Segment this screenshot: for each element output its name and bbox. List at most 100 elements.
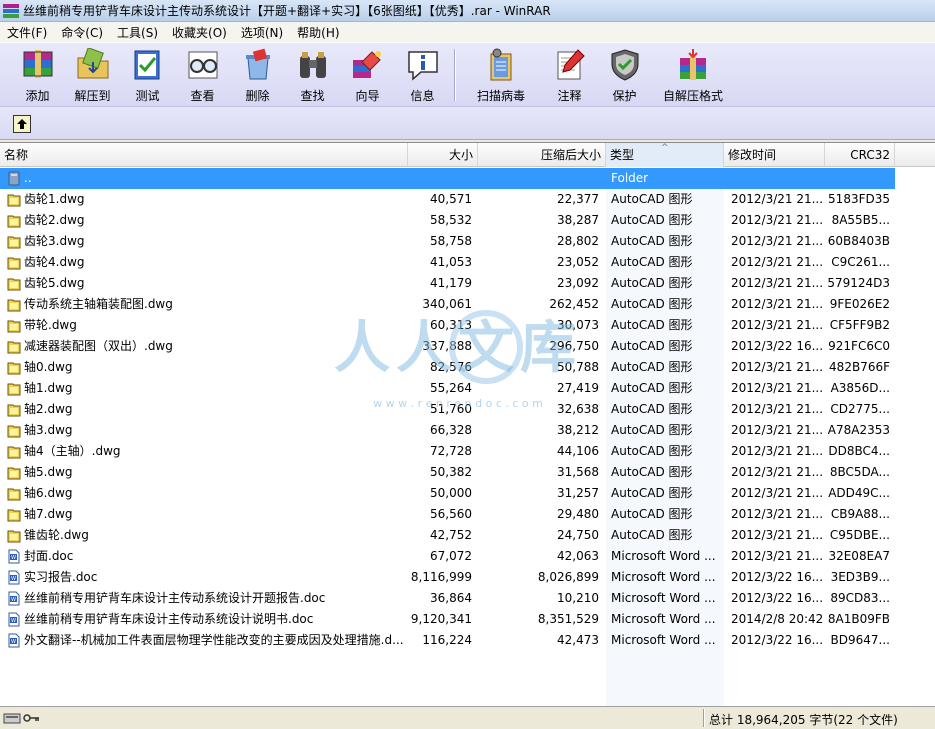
sfx-label: 自解压格式 [662,89,723,103]
sfx-button[interactable]: 自解压格式 [652,43,734,105]
file-type: Microsoft Word ... [611,633,716,647]
menu-options[interactable]: 选项(N) [234,24,290,41]
column-size-label: 大小 [448,148,473,162]
file-size [408,168,472,189]
file-row[interactable]: W 丝维前稍专用铲背车床设计主传动系统设计说明书.doc 9,120,341 8,35… [0,609,895,630]
file-row[interactable]: 齿轮3.dwg 58,758 28,802 AutoCAD 图形 2012/3/21 2… [0,231,895,252]
file-row[interactable]: 带轮.dwg 60,313 30,073 AutoCAD 图形 2012/3/21 21… [0,315,895,336]
autocad-file-icon [7,318,21,333]
file-modified: 2012/3/21 21... [731,549,824,563]
file-row[interactable]: 轴4（主轴）.dwg 72,728 44,106 AutoCAD 图形 2012/3/2… [0,441,895,462]
file-packed-size: 32,638 [557,402,599,416]
file-modified: 2012/3/21 21... [731,423,824,437]
column-packed-label: 压缩后大小 [540,148,601,162]
file-row[interactable]: 轴6.dwg 50,000 31,257 AutoCAD 图形 2012/3/21 21… [0,483,895,504]
up-folder-button[interactable] [13,115,31,133]
file-row[interactable]: W 实习报告.doc 8,116,999 8,026,899 Microsoft Wor… [0,567,895,588]
delete-button[interactable]: 删除 [230,43,285,105]
file-size: 58,532 [430,213,472,227]
menu-file[interactable]: 文件(F) [0,24,54,41]
protect-button[interactable]: 保护 [597,43,652,105]
file-type: Microsoft Word ... [611,591,716,605]
file-row[interactable]: 轴3.dwg 66,328 38,212 AutoCAD 图形 2012/3/21 21… [0,420,895,441]
file-type: AutoCAD 图形 [611,213,693,227]
file-packed-size: 31,568 [557,465,599,479]
file-type: Microsoft Word ... [611,570,716,584]
file-packed-size: 42,063 [557,549,599,563]
file-row[interactable]: 减速器装配图（双出）.dwg 337,888 296,750 AutoCAD 图形 20… [0,336,895,357]
file-crc: 5183FD35 [828,192,890,206]
protect-label: 保护 [612,89,637,103]
file-row[interactable]: 传动系统主轴箱装配图.dwg 340,061 262,452 AutoCAD 图形 20… [0,294,895,315]
file-row[interactable]: 轴2.dwg 51,760 32,638 AutoCAD 图形 2012/3/21 21… [0,399,895,420]
file-packed-size: 10,210 [557,591,599,605]
menu-bar: 文件(F) 命令(C) 工具(S) 收藏夹(O) 选项(N) 帮助(H) [0,22,935,42]
test-button[interactable]: 测试 [120,43,175,105]
column-modified[interactable]: 修改时间 [724,143,825,167]
title-bar[interactable]: 丝维前稍专用铲背车床设计主传动系统设计【开题+翻译+实习】【6张图纸】【优秀】.… [0,0,935,22]
file-row[interactable]: W 丝维前稍专用铲背车床设计主传动系统设计开题报告.doc 36,864 10,210… [0,588,895,609]
file-modified: 2012/3/21 21... [731,255,824,269]
file-row[interactable]: 轴0.dwg 82,576 50,788 AutoCAD 图形 2012/3/21 21… [0,357,895,378]
file-name: 实习报告.doc [24,570,98,584]
menu-tools[interactable]: 工具(S) [110,24,165,41]
file-name: 丝维前稍专用铲背车床设计主传动系统设计说明书.doc [24,612,314,626]
file-size: 67,072 [430,549,472,563]
file-row[interactable]: 齿轮2.dwg 58,532 38,287 AutoCAD 图形 2012/3/21 2… [0,210,895,231]
file-modified: 2012/3/21 21... [731,486,824,500]
file-row[interactable]: 轴7.dwg 56,560 29,480 AutoCAD 图形 2012/3/21 21… [0,504,895,525]
info-button[interactable]: 信息 [395,43,450,105]
find-button[interactable]: 查找 [285,43,340,105]
file-name: 轴6.dwg [24,486,73,500]
file-name: 减速器装配图（双出）.dwg [24,339,173,353]
file-packed-size: 38,212 [557,423,599,437]
file-row[interactable]: 齿轮1.dwg 40,571 22,377 AutoCAD 图形 2012/3/21 2… [0,189,895,210]
add-button[interactable]: 添加 [10,43,65,105]
drive-key-icon [3,713,39,724]
file-row[interactable]: 齿轮4.dwg 41,053 23,052 AutoCAD 图形 2012/3/21 2… [0,252,895,273]
extract-folder-icon [74,47,112,83]
up-arrow-icon [17,119,27,129]
autocad-file-icon [7,297,21,312]
file-row[interactable]: W 外文翻译--机械加工件表面层物理学性能改变的主要成因及处理措施.d... 116… [0,630,895,651]
file-type: Microsoft Word ... [611,549,716,563]
file-row[interactable]: W 封面.doc 67,072 42,063 Microsoft Word ... 201… [0,546,895,567]
file-modified: 2012/3/21 21... [731,297,824,311]
file-size: 41,179 [430,276,472,290]
file-type: AutoCAD 图形 [611,528,693,542]
column-packed[interactable]: 压缩后大小 [478,143,606,167]
parent-folder-row[interactable]: .. Folder [0,168,895,189]
column-size[interactable]: 大小 [408,143,478,167]
file-name: 带轮.dwg [24,318,77,332]
file-modified: 2012/3/21 21... [731,528,824,542]
file-type: AutoCAD 图形 [611,318,693,332]
menu-commands[interactable]: 命令(C) [54,24,110,41]
file-list[interactable]: 名称 大小 压缩后大小 类型 ^ 修改时间 CRC32 .. Folder 齿轮1.d… [0,142,935,706]
file-size: 8,116,999 [410,570,472,584]
column-crc[interactable]: CRC32 [825,143,895,167]
file-row[interactable]: 齿轮5.dwg 41,179 23,092 AutoCAD 图形 2012/3/21 2… [0,273,895,294]
file-modified: 2012/3/21 21... [731,381,824,395]
file-row[interactable]: 轴1.dwg 55,264 27,419 AutoCAD 图形 2012/3/21 21… [0,378,895,399]
file-modified: 2012/3/21 21... [731,213,824,227]
file-name: 轴1.dwg [24,381,73,395]
virus-scan-button[interactable]: 扫描病毒 [460,43,542,105]
add-label: 添加 [25,89,50,103]
view-button[interactable]: 查看 [175,43,230,105]
comment-button[interactable]: 注释 [542,43,597,105]
file-crc: 9FE026E2 [829,297,890,311]
wizard-button[interactable]: 向导 [340,43,395,105]
file-row[interactable]: 轴5.dwg 50,382 31,568 AutoCAD 图形 2012/3/21 21… [0,462,895,483]
column-type[interactable]: 类型 ^ [606,143,724,167]
file-size: 50,382 [430,465,472,479]
extract-button[interactable]: 解压到 [65,43,120,105]
file-type: AutoCAD 图形 [611,234,693,248]
file-row[interactable]: 锥齿轮.dwg 42,752 24,750 AutoCAD 图形 2012/3/21 2… [0,525,895,546]
autocad-file-icon [7,486,21,501]
column-name[interactable]: 名称 [0,143,408,167]
file-crc: C9C261... [831,255,890,269]
menu-favorites[interactable]: 收藏夹(O) [165,24,234,41]
menu-help[interactable]: 帮助(H) [290,24,346,41]
comment-pen-icon [551,47,589,83]
file-modified: 2012/3/21 21... [731,402,824,416]
